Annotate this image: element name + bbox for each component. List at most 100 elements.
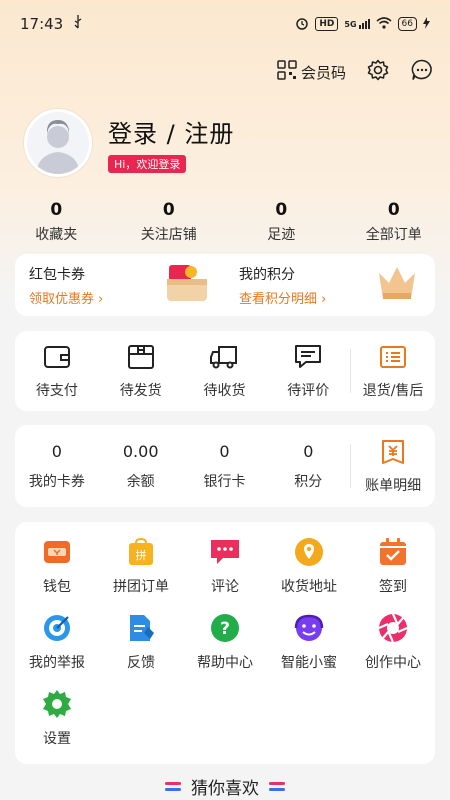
order-pending-receipt[interactable]: 待收货	[183, 342, 267, 400]
coupon-entry[interactable]: 红包卡券 领取优惠券 ›	[15, 254, 225, 316]
welcome-badge: Hi，欢迎登录	[108, 154, 187, 173]
service-address[interactable]: 收货地址	[267, 536, 351, 602]
service-wallet[interactable]: 钱包	[15, 536, 99, 602]
stat-value: 0	[275, 200, 288, 220]
orders-card: 待支付 待发货 待收货 待评价 退货/售后	[15, 331, 435, 411]
order-pending-review[interactable]: 待评价	[266, 342, 350, 400]
profile-section[interactable]: 登录 / 注册 Hi，欢迎登录	[0, 96, 450, 182]
wallet-bill-details[interactable]: 账单明细	[351, 437, 435, 495]
stat-value: 0	[162, 200, 175, 220]
crown-icon	[375, 263, 419, 307]
svg-text:?: ?	[220, 619, 230, 639]
service-label: 创作中心	[365, 655, 421, 671]
wallet-balance[interactable]: 0.00 余额	[99, 442, 183, 491]
guess-you-like-header: 猜你喜欢	[0, 774, 450, 799]
decoration-right	[269, 782, 285, 791]
stat-value: 0	[50, 200, 63, 220]
wifi-icon	[376, 16, 392, 32]
comment-icon	[266, 342, 350, 372]
bill-icon	[351, 437, 435, 467]
order-label: 待发货	[119, 383, 162, 399]
order-pending-payment[interactable]: 待支付	[15, 342, 99, 400]
stat-footprints[interactable]: 0 足迹	[225, 200, 338, 244]
header-toolbar: 会员码	[0, 48, 450, 96]
aperture-icon	[351, 612, 435, 644]
service-feedback[interactable]: 反馈	[99, 612, 183, 678]
member-code-label: 会员码	[300, 63, 346, 82]
truck-icon	[183, 342, 267, 372]
services-card: 钱包 拼 拼团订单 评论 收货地址 签到 我的举报 反馈 ? 帮助中心 智能小蜜…	[15, 522, 435, 764]
group-buy-icon: 拼	[99, 536, 183, 568]
service-label: 签到	[379, 579, 407, 595]
service-group-orders[interactable]: 拼 拼团订单	[99, 536, 183, 602]
wallet-value: 0	[51, 441, 62, 461]
wallet-card: 0 我的卡券 0.00 余额 0 银行卡 0 积分 账单明细	[15, 425, 435, 507]
promo-link: 查看积分明细 ›	[239, 291, 327, 307]
order-label: 待收货	[203, 383, 246, 399]
signal-icon: 5G	[344, 19, 370, 29]
wallet-value: 0.00	[122, 441, 159, 461]
stat-label: 全部订单	[365, 227, 422, 243]
red-packet-icon	[165, 263, 209, 307]
charging-icon	[423, 16, 430, 32]
service-label: 智能小蜜	[281, 655, 337, 671]
service-label: 钱包	[43, 579, 71, 595]
order-returns[interactable]: 退货/售后	[351, 342, 435, 400]
stat-all-orders[interactable]: 0 全部订单	[338, 200, 450, 244]
wallet-label: 银行卡	[203, 473, 246, 490]
service-label: 设置	[43, 731, 71, 747]
service-label: 评论	[211, 579, 239, 595]
usb-icon	[73, 15, 83, 33]
message-icon[interactable]	[410, 58, 434, 86]
order-label: 退货/售后	[362, 383, 424, 399]
wallet-bank-cards[interactable]: 0 银行卡	[183, 442, 267, 491]
calendar-icon	[351, 536, 435, 568]
status-time: 17:43	[20, 15, 64, 33]
stat-label: 收藏夹	[35, 227, 78, 243]
return-icon	[351, 342, 435, 372]
stat-value: 0	[387, 200, 400, 220]
guess-title: 猜你喜欢	[191, 779, 259, 799]
wallet-coupons[interactable]: 0 我的卡券	[15, 442, 99, 491]
alarm-icon	[295, 16, 309, 33]
decoration-left	[165, 782, 181, 791]
avatar[interactable]	[24, 109, 92, 177]
service-my-reports[interactable]: 我的举报	[15, 612, 99, 678]
wallet-label: 积分	[294, 473, 323, 490]
feedback-icon	[99, 612, 183, 644]
stat-followed-stores[interactable]: 0 关注店铺	[113, 200, 226, 244]
stat-label: 关注店铺	[140, 227, 197, 243]
status-bar: 17:43 HD 5G 66	[0, 0, 450, 48]
service-check-in[interactable]: 签到	[351, 536, 435, 602]
member-code-button[interactable]: 会员码	[277, 60, 346, 84]
service-label: 反馈	[127, 655, 155, 671]
wallet-label: 余额	[126, 473, 155, 490]
location-icon	[267, 536, 351, 568]
service-creator-center[interactable]: 创作中心	[351, 612, 435, 678]
points-entry[interactable]: 我的积分 查看积分明细 ›	[225, 254, 435, 316]
wallet-points[interactable]: 0 积分	[266, 442, 350, 491]
order-pending-shipment[interactable]: 待发货	[99, 342, 183, 400]
stat-favorites[interactable]: 0 收藏夹	[0, 200, 113, 244]
qr-code-icon	[277, 60, 297, 84]
promo-card: 红包卡券 领取优惠券 › 我的积分 查看积分明细 ›	[15, 254, 435, 316]
service-comments[interactable]: 评论	[183, 536, 267, 602]
service-smart-assistant[interactable]: 智能小蜜	[267, 612, 351, 678]
wallet-label: 我的卡券	[28, 473, 85, 490]
service-label: 拼团订单	[113, 579, 169, 595]
svg-text:拼: 拼	[136, 548, 147, 562]
service-settings[interactable]: 设置	[15, 688, 99, 754]
battery-indicator: 66	[397, 17, 417, 31]
login-register-link[interactable]: 登录 / 注册	[108, 114, 234, 149]
wallet-value: 0	[303, 441, 314, 461]
chat-icon	[183, 536, 267, 568]
service-help-center[interactable]: ? 帮助中心	[183, 612, 267, 678]
target-icon	[15, 612, 99, 644]
wallet-label: 账单明细	[365, 478, 422, 494]
order-label: 待评价	[287, 383, 330, 399]
promo-title: 我的积分	[239, 266, 295, 283]
service-label: 帮助中心	[197, 655, 253, 671]
wallet-icon	[15, 536, 99, 568]
settings-gear-icon[interactable]	[366, 58, 390, 86]
settings-icon	[15, 688, 99, 720]
